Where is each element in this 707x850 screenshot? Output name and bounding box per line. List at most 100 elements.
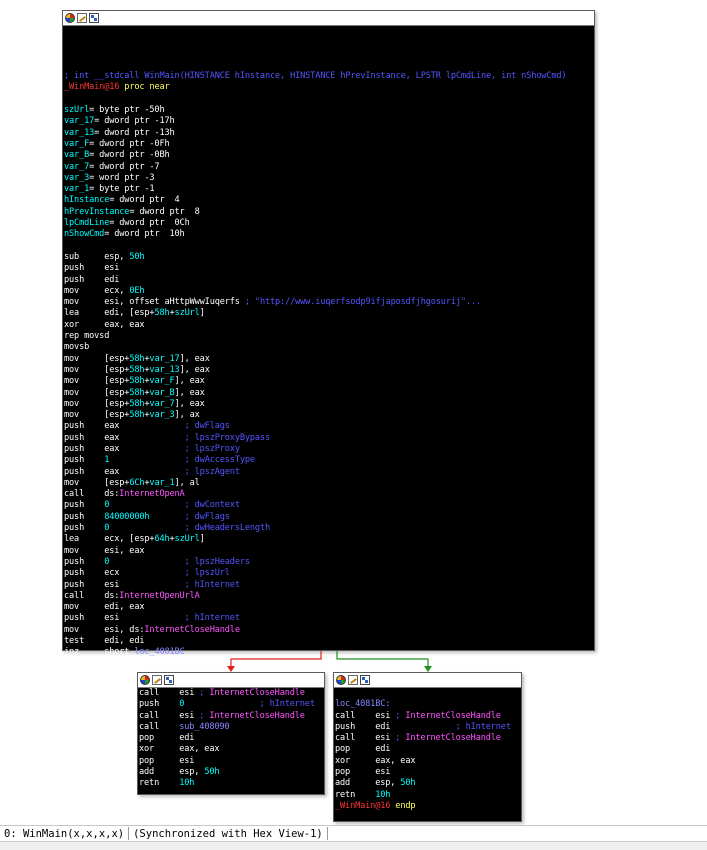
code-line[interactable]: _WinMain@16 proc near <box>64 82 594 93</box>
code-line[interactable]: mov [esp+6Ch+var_1], al <box>64 478 594 489</box>
false-branch-block[interactable]: call esi ; InternetCloseHandle push 0 ; h… <box>137 672 325 795</box>
code-line[interactable]: var_17= dword ptr -17h <box>64 116 594 127</box>
code-line[interactable]: mov ecx, 0Eh <box>64 286 594 297</box>
main-code-block[interactable]: ; int __stdcall WinMain(HINSTANCE hInsta… <box>62 10 595 657</box>
code-line[interactable]: push eax ; dwFlags <box>64 421 594 432</box>
code-token: 10h <box>375 789 391 800</box>
code-line[interactable]: call sub_408090 <box>139 722 324 733</box>
code-line[interactable]: push 0 ; hInternet <box>139 699 324 710</box>
code-line[interactable]: var_13= dword ptr -13h <box>64 128 594 139</box>
code-line[interactable]: loc_4081BC: <box>335 699 521 710</box>
code-line[interactable]: mov [esp+58h+var_7], eax <box>64 399 594 410</box>
code-line[interactable]: push esi ; hInternet <box>64 613 594 624</box>
code-line[interactable]: pop edi <box>139 733 324 744</box>
rename-icon[interactable] <box>348 675 358 685</box>
code-line[interactable]: push eax ; lpszProxyBypass <box>64 433 594 444</box>
code-line[interactable]: push ecx ; lpszUrl <box>64 568 594 579</box>
code-line[interactable]: mov [esp+58h+var_B], eax <box>64 388 594 399</box>
code-line[interactable]: pop esi <box>139 756 324 767</box>
rename-icon[interactable] <box>152 675 162 685</box>
code-line[interactable]: mov edi, eax <box>64 602 594 613</box>
disassembly-left[interactable]: call esi ; InternetCloseHandle push 0 ; h… <box>138 688 324 790</box>
code-line[interactable]: pop esi <box>335 767 521 778</box>
graph-overview-icon[interactable] <box>360 675 370 685</box>
code-line[interactable]: xor eax, eax <box>64 320 594 331</box>
code-line[interactable]: lea edi, [esp+58h+szUrl] <box>64 308 594 319</box>
code-line[interactable]: var_7= dword ptr -7 <box>64 162 594 173</box>
code-line[interactable]: szUrl= byte ptr -50h <box>64 105 594 116</box>
code-line[interactable]: push esi ; hInternet <box>64 580 594 591</box>
colorize-icon[interactable] <box>65 13 75 23</box>
code-line[interactable]: call esi ; InternetCloseHandle <box>139 711 324 722</box>
code-token: mov [esp+ <box>64 387 130 398</box>
rename-icon[interactable] <box>77 13 87 23</box>
colorize-icon[interactable] <box>336 675 346 685</box>
disassembly-right[interactable]: loc_4081BC: call esi ; InternetCloseHandl… <box>334 688 521 812</box>
code-line[interactable]: push 1 ; dwAccessType <box>64 455 594 466</box>
code-line[interactable]: var_B= dword ptr -0Bh <box>64 150 594 161</box>
code-line[interactable]: ; int __stdcall WinMain(HINSTANCE hInsta… <box>64 71 594 82</box>
true-branch-block[interactable]: loc_4081BC: call esi ; InternetCloseHandl… <box>333 672 522 822</box>
code-line[interactable]: push edi ; hInternet <box>335 722 521 733</box>
code-line[interactable] <box>64 241 594 252</box>
code-line[interactable]: push 0 ; dwContext <box>64 500 594 511</box>
colorize-icon[interactable] <box>140 675 150 685</box>
code-line[interactable] <box>64 26 594 37</box>
code-line[interactable]: var_3= word ptr -3 <box>64 173 594 184</box>
code-line[interactable]: var_F= dword ptr -0Fh <box>64 139 594 150</box>
code-token: ] <box>199 308 205 319</box>
code-line[interactable]: mov [esp+58h+var_F], eax <box>64 376 594 387</box>
code-line[interactable]: movsb <box>64 342 594 353</box>
code-line[interactable]: push eax ; lpszAgent <box>64 467 594 478</box>
code-line[interactable]: pop edi <box>335 744 521 755</box>
code-line[interactable] <box>64 94 594 105</box>
code-line[interactable]: call ds:InternetOpenA <box>64 489 594 500</box>
status-function[interactable]: 0: WinMain(x,x,x,x) <box>0 828 128 840</box>
disassembly-main[interactable]: ; int __stdcall WinMain(HINSTANCE hInsta… <box>63 26 594 659</box>
code-line[interactable]: retn 10h <box>139 778 324 789</box>
code-line[interactable]: xor eax, eax <box>139 744 324 755</box>
code-line[interactable]: mov esi, ds:InternetCloseHandle <box>64 625 594 636</box>
code-line[interactable]: nShowCmd= dword ptr 10h <box>64 229 594 240</box>
code-line[interactable]: call esi ; InternetCloseHandle <box>335 733 521 744</box>
code-line[interactable]: push esi <box>64 263 594 274</box>
code-line[interactable] <box>335 688 521 699</box>
code-line[interactable]: sub esp, 50h <box>64 252 594 263</box>
code-line[interactable] <box>64 60 594 71</box>
code-token: mov esi, eax <box>64 545 145 556</box>
code-line[interactable]: rep movsd <box>64 331 594 342</box>
code-token: call <box>139 721 180 732</box>
code-line[interactable]: hPrevInstance= dword ptr 8 <box>64 207 594 218</box>
code-line[interactable]: mov [esp+58h+var_3], ax <box>64 410 594 421</box>
code-line[interactable]: mov [esp+58h+var_17], eax <box>64 354 594 365</box>
code-line[interactable]: mov esi, eax <box>64 546 594 557</box>
code-line[interactable]: call ds:InternetOpenUrlA <box>64 591 594 602</box>
code-line[interactable]: var_1= byte ptr -1 <box>64 184 594 195</box>
code-line[interactable]: hInstance= dword ptr 4 <box>64 195 594 206</box>
code-line[interactable]: push 0 ; lpszHeaders <box>64 557 594 568</box>
code-line[interactable]: _WinMain@16 endp <box>335 801 521 812</box>
code-line[interactable]: mov [esp+58h+var_13], eax <box>64 365 594 376</box>
code-line[interactable] <box>64 49 594 60</box>
code-token: ], ax <box>174 410 200 421</box>
code-line[interactable]: test edi, edi <box>64 636 594 647</box>
code-line[interactable]: jnz short loc_4081BC <box>64 647 594 658</box>
code-line[interactable]: lpCmdLine= dword ptr 0Ch <box>64 218 594 229</box>
code-line[interactable]: push 84000000h ; dwFlags <box>64 512 594 523</box>
code-line[interactable]: lea ecx, [esp+64h+szUrl] <box>64 534 594 545</box>
graph-overview-icon[interactable] <box>89 13 99 23</box>
code-line[interactable]: add esp, 50h <box>139 767 324 778</box>
code-token: ; <box>395 733 406 744</box>
code-line[interactable]: call esi ; InternetCloseHandle <box>335 711 521 722</box>
code-line[interactable]: mov esi, offset aHttpWwwIuqerfs ; "http:… <box>64 297 594 308</box>
code-line[interactable]: add esp, 50h <box>335 778 521 789</box>
code-line[interactable]: xor eax, eax <box>335 756 521 767</box>
code-line[interactable]: push edi <box>64 275 594 286</box>
code-line[interactable] <box>64 37 594 48</box>
code-line[interactable]: push eax ; lpszProxy <box>64 444 594 455</box>
code-line[interactable]: push 0 ; dwHeadersLength <box>64 523 594 534</box>
code-line[interactable]: call esi ; InternetCloseHandle <box>139 688 324 699</box>
horizontal-scrollbar[interactable] <box>0 842 707 850</box>
code-line[interactable]: retn 10h <box>335 790 521 801</box>
graph-overview-icon[interactable] <box>164 675 174 685</box>
